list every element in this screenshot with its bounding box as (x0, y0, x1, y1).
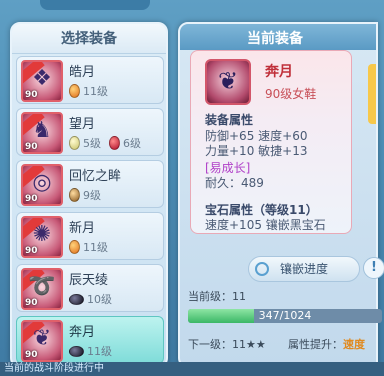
side-tab[interactable] (368, 64, 376, 124)
item-thumbnail: ➰ 90 (21, 268, 63, 310)
equipment-item-huiyizhimou[interactable]: ◎ 90 回忆之眸 9级 (16, 160, 164, 208)
top-decoration (40, 0, 150, 10)
experience-bar: 347/1024 (188, 309, 382, 323)
gem-level: 11级 (83, 85, 108, 98)
item-level: 90 (25, 142, 38, 152)
item-level: 90 (25, 298, 38, 308)
equipment-select-panel: 选择装备 ❖ 90 皓月 11级 ♞ 90 望月 5级 6级 ◎ 90 回忆之眸… (10, 22, 168, 368)
item-level: 90 (25, 90, 38, 100)
inlay-progress-button[interactable]: 镶嵌进度 (248, 256, 360, 282)
gem-level: 11级 (83, 241, 108, 254)
equipment-item-chentianling[interactable]: ➰ 90 辰天绫 10级 (16, 264, 164, 312)
durability: 耐久：489 (205, 176, 264, 190)
item-name: 皓月 (69, 65, 96, 80)
equipment-item-xinyue[interactable]: ✺ 90 新月 11级 (16, 212, 164, 260)
black-gem-icon (69, 293, 84, 305)
gem-row: 11级 (69, 343, 120, 359)
attribute-line: 防御+65 速度+60 (205, 129, 308, 143)
gem-level: 6级 (123, 137, 141, 150)
gem-row: 11级 (69, 83, 116, 99)
gem-level: 10级 (87, 293, 112, 306)
necklace-icon: ◎ (32, 170, 52, 195)
attribute-line: 力量+10 敏捷+13 (205, 144, 308, 158)
gem-attribute-line: 速度+105 镶嵌黑宝石 (205, 218, 326, 232)
item-name: 望月 (69, 117, 96, 132)
experience-text: 347/1024 (258, 309, 312, 322)
item-thumbnail: ◎ 90 (21, 164, 63, 206)
armor-icon: ❖ (32, 66, 52, 91)
orange-gem-icon (69, 240, 80, 254)
gem-level: 11级 (87, 345, 112, 358)
status-message: 当前的战斗阶段进行中 (0, 362, 384, 376)
gem-row: 11级 (69, 239, 116, 255)
ring-icon: ✺ (32, 222, 52, 247)
progress-ring-icon (255, 262, 269, 276)
gem-attributes-heading: 宝石属性（等级11） (205, 203, 318, 217)
item-thumbnail: ❦ 90 (21, 320, 63, 362)
attribute-increase-label: 属性提升： (288, 338, 343, 351)
current-level: 当前级：11 (188, 290, 246, 303)
select-equipment-title: 选择装备 (12, 24, 166, 54)
ribbon-weapon-icon: ➰ (28, 274, 56, 299)
attribute-increase-value: 速度 (343, 338, 365, 351)
robe-icon: ♞ (32, 118, 52, 143)
item-name: 回忆之眸 (69, 169, 122, 184)
attribute-increase: 属性提升：速度 (288, 336, 365, 352)
equipment-item-benyue[interactable]: ❦ 90 奔月 11级 (16, 316, 164, 364)
current-equipment-panel: 当前装备 ❦ 奔月 90级女鞋 装备属性 防御+65 速度+60 力量+10 敏… (178, 22, 384, 368)
gem-row: 10级 (69, 291, 120, 307)
item-thumbnail: ❖ 90 (21, 60, 63, 102)
item-name: 辰天绫 (69, 273, 109, 288)
red-gem-icon (109, 136, 120, 150)
gem-row: 9级 (69, 187, 109, 203)
info-icon[interactable]: ! (363, 257, 384, 279)
attributes-heading: 装备属性 (205, 113, 254, 127)
current-equipment-title: 当前装备 (247, 31, 303, 47)
equipment-detail-card: ❦ 奔月 90级女鞋 装备属性 防御+65 速度+60 力量+10 敏捷+13 … (190, 50, 352, 234)
shoes-icon: ❦ (32, 326, 52, 351)
item-name: 奔月 (69, 325, 96, 340)
pale-gem-icon (69, 136, 80, 150)
item-level: 90 (25, 350, 38, 360)
gem-row: 5级 6级 (69, 135, 149, 151)
inlay-progress-label: 镶嵌进度 (279, 262, 328, 276)
black-gem-icon (69, 345, 84, 357)
gem-level: 9级 (83, 189, 101, 202)
gem-level: 5级 (83, 137, 101, 150)
growth-tag: [易成长] (205, 161, 251, 175)
next-level: 下一级：11★★ (188, 338, 266, 351)
amber-gem-icon (69, 188, 80, 202)
orange-gem-icon (69, 84, 80, 98)
equipment-thumbnail: ❦ (205, 59, 251, 105)
item-thumbnail: ♞ 90 (21, 112, 63, 154)
item-level: 90 (25, 246, 38, 256)
equipment-item-wangyue[interactable]: ♞ 90 望月 5级 6级 (16, 108, 164, 156)
item-name: 新月 (69, 221, 96, 236)
equipment-item-haoyue[interactable]: ❖ 90 皓月 11级 (16, 56, 164, 104)
equipment-name: 奔月 (265, 64, 293, 80)
item-level: 90 (25, 194, 38, 204)
item-thumbnail: ✺ 90 (21, 216, 63, 258)
equipment-type: 90级女鞋 (265, 87, 317, 101)
shoes-icon: ❦ (217, 67, 239, 95)
